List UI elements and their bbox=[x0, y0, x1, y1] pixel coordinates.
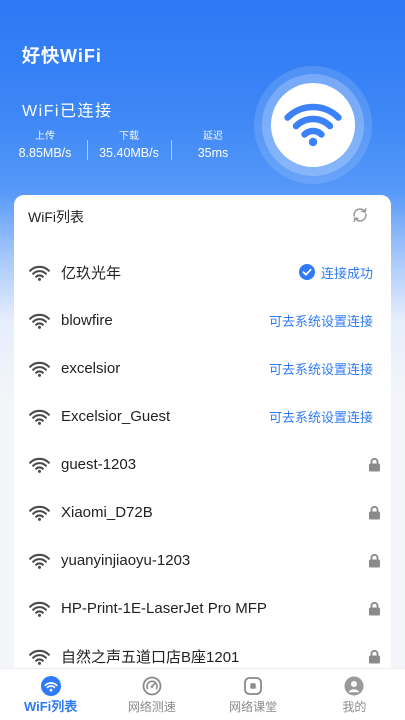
tab-wifi-list[interactable]: WiFi列表 bbox=[0, 669, 101, 720]
upload-label: 上传 bbox=[35, 131, 55, 142]
connected-label: 连接成功 bbox=[320, 265, 373, 281]
wifi-list-item[interactable]: 亿玖光年 连接成功 bbox=[14, 248, 391, 296]
tab-speed-test[interactable]: 网络测速 bbox=[101, 669, 202, 720]
lock-icon bbox=[369, 553, 380, 567]
network-name: excelsior bbox=[61, 359, 121, 377]
download-stat: 下载 35.40MB/s bbox=[87, 130, 171, 162]
wifi-icon bbox=[29, 505, 50, 521]
tab-profile[interactable]: 我的 bbox=[304, 669, 405, 720]
hero-wifi-icon bbox=[254, 66, 372, 184]
network-name: blowfire bbox=[61, 311, 113, 329]
tab-label: 我的 bbox=[342, 700, 367, 714]
latency-value: 35ms bbox=[197, 146, 229, 160]
lock-icon bbox=[369, 601, 380, 615]
lock-icon bbox=[369, 505, 380, 519]
wifi-icon bbox=[29, 649, 50, 665]
connection-status bbox=[368, 649, 380, 664]
connection-status: 可去系统设置连接 bbox=[269, 407, 373, 426]
bottom-nav: WiFi列表 网络测速 网络课堂 我的 bbox=[0, 668, 405, 720]
latency-label: 延迟 bbox=[203, 131, 223, 142]
download-value: 35.40MB/s bbox=[99, 146, 159, 160]
wifi-icon bbox=[29, 601, 50, 617]
tab-label: 网络测速 bbox=[127, 700, 176, 714]
wifi-list-header: WiFi列表 bbox=[14, 195, 391, 248]
refresh-icon[interactable] bbox=[351, 206, 369, 224]
upload-value: 8.85MB/s bbox=[18, 146, 72, 160]
network-name: Xiaomi_D72B bbox=[61, 503, 153, 521]
latency-stat: 延迟 35ms bbox=[171, 130, 255, 162]
go-to-settings-link[interactable]: 可去系统设置连接 bbox=[269, 407, 373, 426]
lock-icon bbox=[369, 649, 380, 663]
wifi-icon bbox=[29, 457, 50, 473]
wifi-icon bbox=[40, 676, 61, 696]
wifi-list-item[interactable]: excelsior 可去系统设置连接 bbox=[14, 344, 391, 392]
connection-status bbox=[368, 505, 380, 520]
tab-label: 网络课堂 bbox=[229, 700, 278, 714]
go-to-settings-link[interactable]: 可去系统设置连接 bbox=[269, 311, 373, 330]
wifi-icon bbox=[29, 361, 50, 377]
download-label: 下载 bbox=[119, 131, 139, 142]
connection-status bbox=[368, 457, 380, 472]
wifi-list-item[interactable]: blowfire 可去系统设置连接 bbox=[14, 296, 391, 344]
lock-icon bbox=[369, 457, 380, 471]
network-name: Excelsior_Guest bbox=[61, 407, 171, 425]
tab-label: WiFi列表 bbox=[23, 699, 78, 714]
wifi-list-item[interactable]: guest-1203 bbox=[14, 440, 391, 488]
network-name: HP-Print-1E-LaserJet Pro MFP bbox=[61, 599, 267, 617]
connection-status: WiFi已连接 bbox=[22, 103, 113, 120]
speed-stats: 上传 8.85MB/s 下载 35.40MB/s 延迟 35ms bbox=[3, 130, 255, 162]
wifi-icon bbox=[29, 409, 50, 425]
network-name: 亿玖光年 bbox=[61, 264, 122, 282]
app-title: 好快WiFi bbox=[22, 46, 102, 66]
wifi-icon bbox=[29, 553, 50, 569]
wifi-list-item[interactable]: HP-Print-1E-LaserJet Pro MFP bbox=[14, 584, 391, 632]
connection-status bbox=[368, 553, 380, 568]
connection-status bbox=[368, 601, 380, 616]
wifi-list-item[interactable]: yuanyinjiaoyu-1203 bbox=[14, 536, 391, 584]
network-name: 自然之声五道口店B座1201 bbox=[61, 648, 240, 666]
tab-classroom[interactable]: 网络课堂 bbox=[203, 669, 304, 720]
wifi-list-card: WiFi列表 亿玖光年 连接成功 blowfire 可去系统设置连接 excel… bbox=[14, 195, 391, 720]
speedometer-icon bbox=[142, 676, 162, 696]
wifi-list-item[interactable]: Excelsior_Guest 可去系统设置连接 bbox=[14, 392, 391, 440]
wifi-list-title: WiFi列表 bbox=[28, 209, 84, 225]
wifi-icon bbox=[29, 313, 50, 329]
network-name: yuanyinjiaoyu-1203 bbox=[61, 551, 191, 569]
network-name: guest-1203 bbox=[61, 455, 137, 473]
connection-status: 可去系统设置连接 bbox=[269, 311, 373, 330]
connection-status: 可去系统设置连接 bbox=[269, 359, 373, 378]
connection-status: 连接成功 bbox=[298, 263, 373, 282]
upload-stat: 上传 8.85MB/s bbox=[3, 130, 87, 162]
wifi-icon bbox=[29, 265, 50, 281]
wifi-list-item[interactable]: Xiaomi_D72B bbox=[14, 488, 391, 536]
classroom-icon bbox=[244, 677, 263, 695]
check-circle-icon bbox=[298, 264, 315, 280]
go-to-settings-link[interactable]: 可去系统设置连接 bbox=[269, 359, 373, 378]
profile-icon bbox=[344, 676, 364, 696]
